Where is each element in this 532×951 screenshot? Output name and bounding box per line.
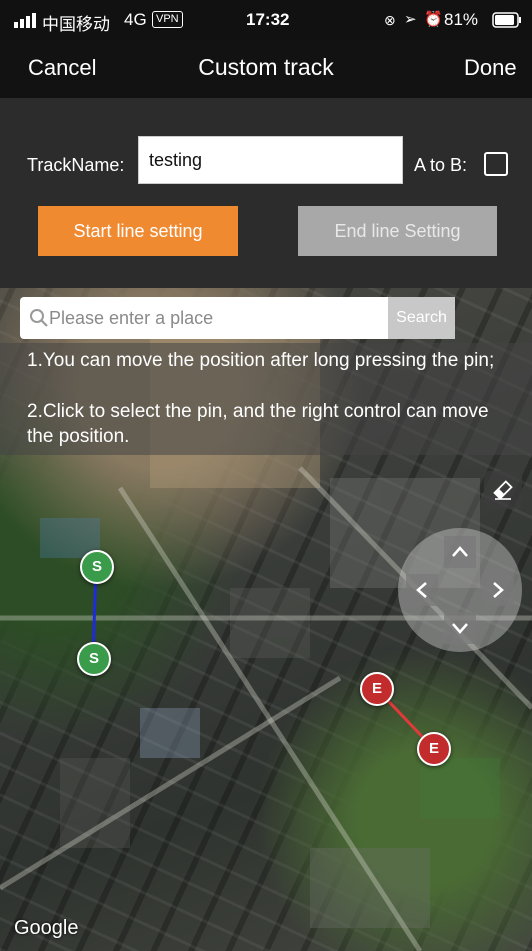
network-type: 4G [124,10,147,29]
a-to-b-checkbox[interactable] [484,152,508,176]
done-button[interactable]: Done [464,55,517,81]
track-name-value: testing [149,150,203,170]
nav-bar: Cancel Custom track Done [0,40,532,98]
page-title: Custom track [198,54,334,80]
track-lines [91,566,435,750]
status-bar: 中国移动 4G VPN 17:32 ⊗ ➢ ⏰ 81% [0,0,532,40]
end-line-setting-button[interactable]: End line Setting [298,206,497,256]
track-name-label: TrackName: [27,155,125,175]
start-pin-1[interactable]: S [80,550,114,584]
a-to-b-label: A to B: [414,155,468,175]
rotation-lock-icon: ⊗ [384,12,396,28]
carrier-name: 中国移动 [42,15,110,34]
start-line-setting-button[interactable]: Start line setting [38,206,238,256]
end-pin-2[interactable]: E [417,732,451,766]
vpn-badge: VPN [152,11,183,28]
status-time: 17:32 [246,10,290,29]
alarm-icon: ⏰ [424,11,443,28]
battery-icon [492,12,522,28]
track-form: TrackName: testing A to B: Start line se… [0,98,532,288]
google-attribution: Google [14,917,79,939]
end-pin-1[interactable]: E [360,672,394,706]
location-icon: ➢ [404,11,417,28]
start-pin-2[interactable]: S [77,642,111,676]
battery-percent: 81% [444,10,479,29]
satellite-map[interactable]: Please enter a place Search 1.You can mo… [0,288,532,951]
signal-icon [14,12,36,28]
track-name-input[interactable]: testing [138,136,403,184]
